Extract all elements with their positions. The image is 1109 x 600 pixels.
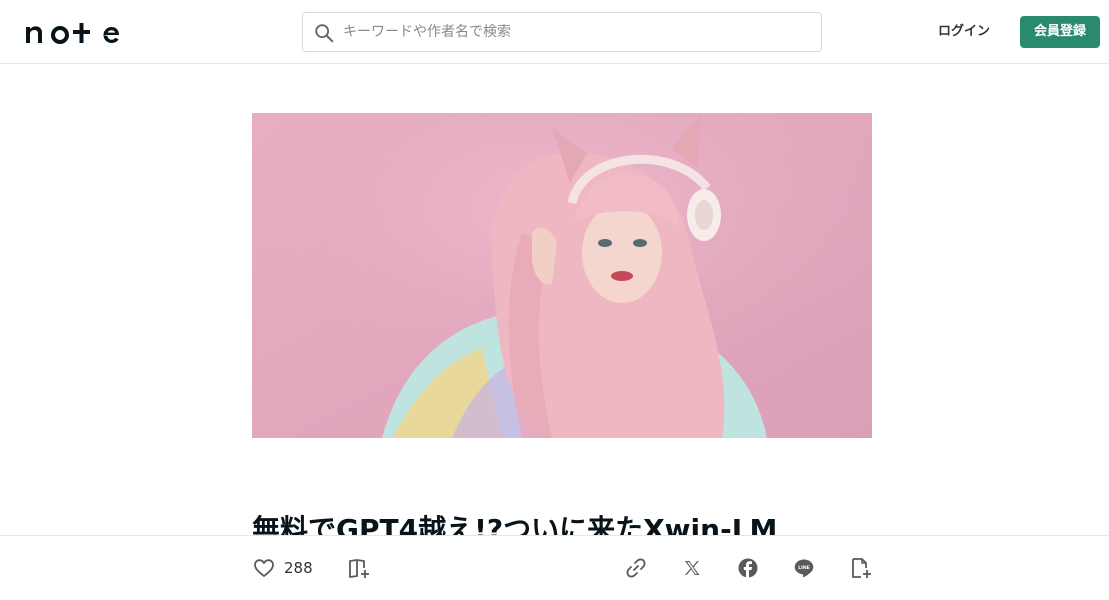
facebook-icon[interactable]: [736, 556, 760, 580]
magazine-add-icon[interactable]: [347, 556, 371, 580]
x-icon[interactable]: [680, 556, 704, 580]
note-add-icon[interactable]: [849, 556, 873, 580]
signup-button[interactable]: 会員登録: [1020, 16, 1100, 48]
svg-text:LINE: LINE: [798, 565, 810, 571]
action-bar: 288 LINE: [0, 535, 1109, 600]
note-logo[interactable]: [24, 19, 124, 45]
search-icon: [315, 24, 334, 43]
search-box[interactable]: [302, 12, 822, 52]
login-button[interactable]: ログイン: [930, 16, 998, 48]
search-input[interactable]: [343, 13, 813, 51]
link-icon[interactable]: [624, 556, 648, 580]
like-count: 288: [284, 559, 313, 577]
site-header: ログイン 会員登録: [0, 0, 1109, 64]
line-icon[interactable]: LINE: [792, 556, 816, 580]
heart-icon[interactable]: [252, 556, 276, 580]
cover-image: [252, 113, 872, 438]
